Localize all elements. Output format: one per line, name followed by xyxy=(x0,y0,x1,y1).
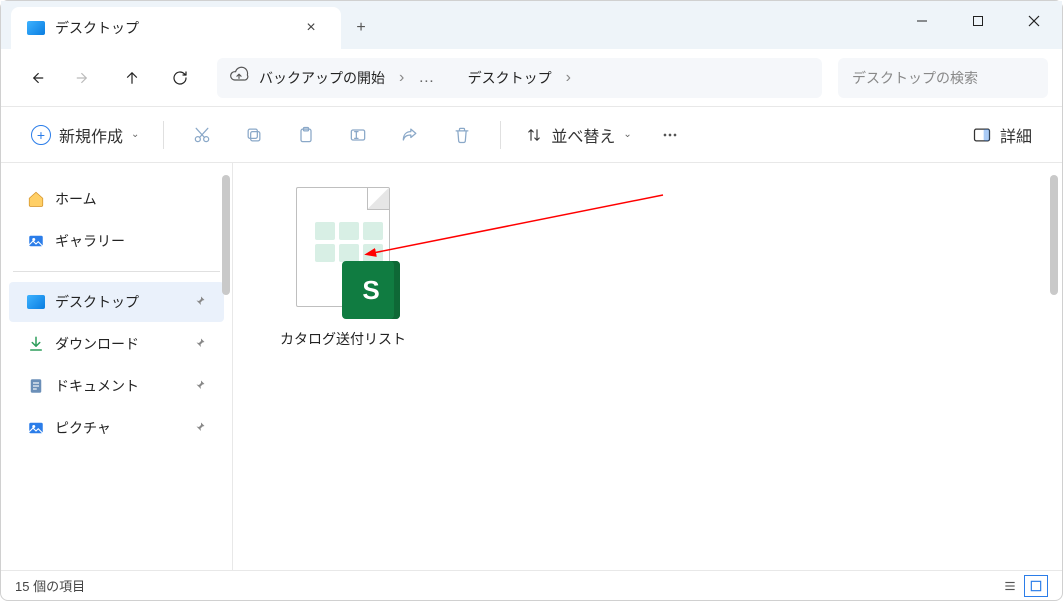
paste-button[interactable] xyxy=(282,115,330,155)
title-bar: デスクトップ × + xyxy=(1,1,1062,49)
pin-icon xyxy=(194,420,206,436)
address-bar[interactable]: バックアップの開始 › … › デスクトップ › xyxy=(217,58,822,98)
spreadsheet-file-icon: S xyxy=(288,187,398,317)
more-button[interactable] xyxy=(646,115,694,155)
sidebar-item-downloads[interactable]: ダウンロード xyxy=(9,324,224,364)
content-area[interactable]: S カタログ送付リスト xyxy=(233,163,1062,570)
forward-button[interactable] xyxy=(63,58,105,98)
breadcrumb-desktop[interactable]: デスクトップ xyxy=(468,68,552,88)
chevron-right-icon[interactable]: › xyxy=(395,69,408,87)
desktop-icon xyxy=(27,295,45,309)
file-item[interactable]: S カタログ送付リスト xyxy=(263,187,423,349)
content-scrollbar[interactable] xyxy=(1050,175,1058,295)
up-button[interactable] xyxy=(111,58,153,98)
body: ホーム ギャラリー デスクトップ ダウンロード ドキュメント xyxy=(1,163,1062,570)
cloud-icon xyxy=(229,65,249,90)
gallery-icon xyxy=(27,232,45,250)
desktop-icon xyxy=(27,21,45,35)
copy-button[interactable] xyxy=(230,115,278,155)
icon-view-button[interactable] xyxy=(1024,575,1048,597)
cut-button[interactable] xyxy=(178,115,226,155)
minimize-button[interactable] xyxy=(894,1,950,41)
search-input[interactable]: デスクトップの検索 xyxy=(838,58,1048,98)
share-button[interactable] xyxy=(386,115,434,155)
status-bar: 15 個の項目 xyxy=(1,570,1062,600)
refresh-button[interactable] xyxy=(159,58,201,98)
list-view-button[interactable] xyxy=(998,575,1022,597)
back-button[interactable] xyxy=(15,58,57,98)
close-window-button[interactable] xyxy=(1006,1,1062,41)
chevron-down-icon: ⌄ xyxy=(131,129,139,140)
pin-icon xyxy=(194,336,206,352)
details-pane-button[interactable]: 詳細 xyxy=(962,117,1042,153)
pictures-icon xyxy=(27,419,45,437)
rename-button[interactable] xyxy=(334,115,382,155)
breadcrumb-backup[interactable]: バックアップの開始 xyxy=(259,68,385,88)
sidebar-item-gallery[interactable]: ギャラリー xyxy=(9,221,224,261)
sidebar: ホーム ギャラリー デスクトップ ダウンロード ドキュメント xyxy=(1,163,233,570)
pin-icon xyxy=(194,294,206,310)
sidebar-item-pictures[interactable]: ピクチャ xyxy=(9,408,224,448)
sidebar-item-desktop[interactable]: デスクトップ xyxy=(9,282,224,322)
chevron-right-icon[interactable]: › xyxy=(562,69,575,87)
close-tab-button[interactable]: × xyxy=(297,14,325,42)
breadcrumb-overflow[interactable]: … xyxy=(418,69,434,87)
sidebar-scrollbar[interactable] xyxy=(222,175,230,295)
toolbar: + 新規作成 ⌄ 並べ替え ⌄ 詳細 xyxy=(1,107,1062,163)
tab-title: デスクトップ xyxy=(55,18,287,38)
item-count: 15 個の項目 xyxy=(15,576,85,595)
chevron-down-icon: ⌄ xyxy=(623,129,631,140)
window-controls xyxy=(894,1,1062,49)
new-tab-button[interactable]: + xyxy=(341,7,381,49)
download-icon xyxy=(27,335,45,353)
sidebar-item-home[interactable]: ホーム xyxy=(9,179,224,219)
delete-button[interactable] xyxy=(438,115,486,155)
new-button[interactable]: + 新規作成 ⌄ xyxy=(21,117,149,153)
nav-bar: バックアップの開始 › … › デスクトップ › デスクトップの検索 xyxy=(1,49,1062,107)
document-icon xyxy=(27,377,45,395)
file-name: カタログ送付リスト xyxy=(263,329,423,349)
plus-circle-icon: + xyxy=(31,125,51,145)
pin-icon xyxy=(194,378,206,394)
maximize-button[interactable] xyxy=(950,1,1006,41)
sidebar-item-documents[interactable]: ドキュメント xyxy=(9,366,224,406)
tab-desktop[interactable]: デスクトップ × xyxy=(11,7,341,49)
home-icon xyxy=(27,190,45,208)
sort-button[interactable]: 並べ替え ⌄ xyxy=(515,117,641,153)
